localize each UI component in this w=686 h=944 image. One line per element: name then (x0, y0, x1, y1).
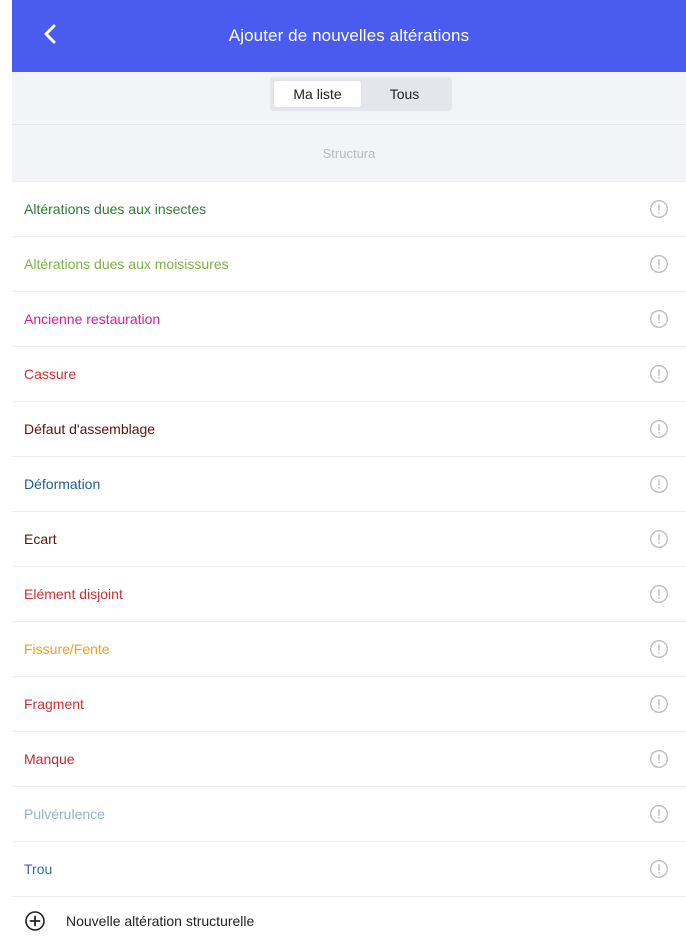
list-item-label: Altérations dues aux moisissures (24, 256, 229, 272)
tab-tous[interactable]: Tous (361, 81, 448, 107)
info-icon[interactable] (648, 858, 670, 880)
list-item[interactable]: Pulvérulence (12, 787, 686, 842)
list-item-label: Fragment (24, 696, 84, 712)
info-icon[interactable] (648, 748, 670, 770)
tab-ma-liste[interactable]: Ma liste (274, 81, 361, 107)
list-item[interactable]: Déformation (12, 457, 686, 512)
alteration-list: Altérations dues aux insectes Altérations… (12, 182, 686, 897)
list-item-label: Déformation (24, 476, 101, 492)
list-item-label: Fissure/Fente (24, 641, 110, 657)
list-item[interactable]: Fragment (12, 677, 686, 732)
list-item[interactable]: Trou (12, 842, 686, 897)
list-item[interactable]: Fissure/Fente (12, 622, 686, 677)
section-title: Structura (322, 145, 376, 161)
list-item-label: Défaut d'assemblage (24, 421, 156, 437)
info-icon[interactable] (648, 528, 670, 550)
new-alteration-label: Nouvelle altération structurelle (66, 912, 255, 929)
add-circle-icon (24, 910, 46, 932)
screen: Ajouter de nouvelles altérations Ma list… (0, 0, 686, 944)
list-item[interactable]: Elément disjoint (12, 567, 686, 622)
info-icon[interactable] (648, 803, 670, 825)
segment-bar: Ma liste Tous (12, 72, 686, 125)
info-icon[interactable] (648, 583, 670, 605)
list-item[interactable]: Altérations dues aux insectes (12, 182, 686, 237)
info-icon[interactable] (648, 693, 670, 715)
list-item[interactable]: Manque (12, 732, 686, 787)
info-icon[interactable] (648, 473, 670, 495)
info-icon[interactable] (648, 638, 670, 660)
list-item-label: Trou (24, 861, 53, 877)
segmented-control: Ma liste Tous (270, 77, 452, 111)
list-item[interactable]: Altérations dues aux moisissures (12, 237, 686, 292)
list-item-label: Ecart (24, 531, 57, 547)
info-icon[interactable] (648, 418, 670, 440)
back-button[interactable] (32, 18, 68, 54)
list-item-label: Manque (24, 751, 75, 767)
list-item-label: Altérations dues aux insectes (24, 201, 207, 217)
list-item-label: Elément disjoint (24, 586, 123, 602)
chevron-left-icon (43, 23, 57, 50)
new-alteration-button[interactable]: Nouvelle altération structurelle (12, 897, 686, 944)
list-item-label: Pulvérulence (24, 806, 105, 822)
info-icon[interactable] (648, 253, 670, 275)
page-title: Ajouter de nouvelles altérations (228, 26, 470, 45)
list-item[interactable]: Défaut d'assemblage (12, 402, 686, 457)
section-header: Structura (12, 125, 686, 182)
list-item[interactable]: Ecart (12, 512, 686, 567)
list-item[interactable]: Ancienne restauration (12, 292, 686, 347)
list-item-label: Ancienne restauration (24, 311, 161, 327)
app-header: Ajouter de nouvelles altérations (12, 0, 686, 72)
list-item[interactable]: Cassure (12, 347, 686, 402)
info-icon[interactable] (648, 308, 670, 330)
info-icon[interactable] (648, 198, 670, 220)
list-item-label: Cassure (24, 366, 77, 382)
info-icon[interactable] (648, 363, 670, 385)
